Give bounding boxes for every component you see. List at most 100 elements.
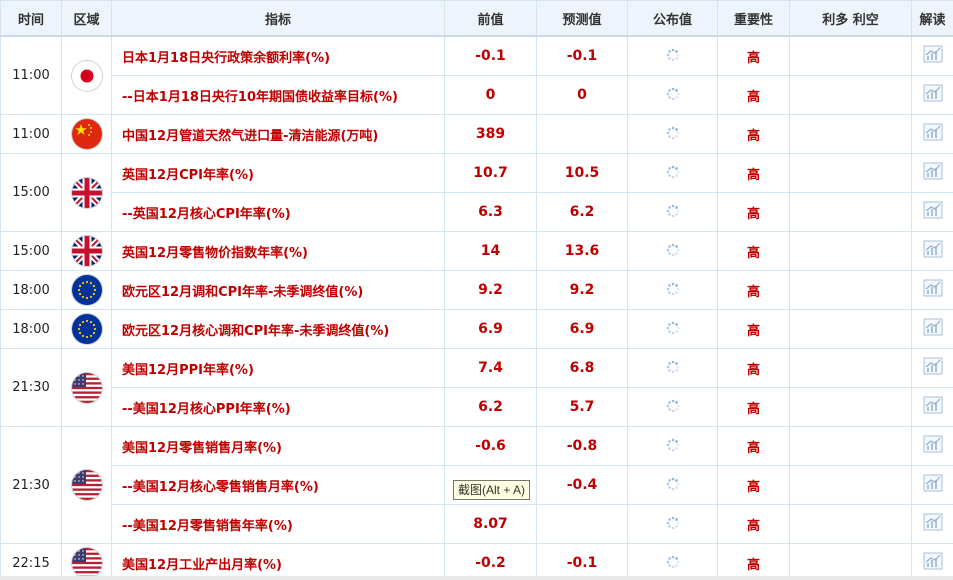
region-cell [61,426,112,544]
published-cell [627,465,718,505]
interpret-cell [911,348,953,388]
chart-interpret-icon[interactable] [923,396,943,418]
region-cell [61,153,112,232]
loading-spinner-icon [666,437,680,456]
loading-spinner-icon [666,47,680,66]
table-row: 18:00 欧元区12月核心调和CPI年率-未季调终值(%) 6.9 6.9 高 [0,309,953,349]
published-cell [627,504,718,544]
indicator-link[interactable]: --美国12月核心零售销售月率(%) [111,465,445,505]
interpret-cell [911,387,953,427]
header-bull-bear: 利多 利空 [789,0,912,37]
forecast-value: 6.8 [536,348,628,388]
chart-interpret-icon[interactable] [923,240,943,262]
previous-value: 10.7 [444,153,537,193]
forecast-value: 13.6 [536,231,628,271]
indicator-link[interactable]: --美国12月零售销售年率(%) [111,504,445,544]
cn-flag-icon [71,119,102,149]
previous-value: -0.2 [444,543,537,580]
time-cell: 11:00 [0,35,62,115]
indicator-link[interactable]: --美国12月核心PPI年率(%) [111,387,445,427]
time-cell: 18:00 [0,309,62,349]
bull-bear-cell [789,309,912,349]
previous-value: 0 [444,75,537,115]
interpret-cell [911,309,953,349]
eu-flag-icon [71,275,102,305]
indicator-link[interactable]: 欧元区12月调和CPI年率-未季调终值(%) [111,270,445,310]
header-indicator: 指标 [111,0,445,37]
published-cell [627,192,718,232]
bull-bear-cell [789,504,912,544]
chart-interpret-icon[interactable] [923,123,943,145]
region-cell [61,348,112,427]
region-cell [61,114,112,154]
header-region: 区域 [61,0,112,37]
loading-spinner-icon [666,359,680,378]
indicator-link[interactable]: --日本1月18日央行10年期国债收益率目标(%) [111,75,445,115]
table-row: 11:00 中国12月管道天然气进口量-清洁能源(万吨) 389 高 [0,114,953,154]
indicator-link[interactable]: 日本1月18日央行政策余额利率(%) [111,35,445,76]
header-time: 时间 [0,0,62,37]
forecast-value: 9.2 [536,270,628,310]
table-row: --英国12月核心CPI年率(%) 6.3 6.2 高 [1,192,953,232]
indicator-link[interactable]: 美国12月零售销售月率(%) [111,426,445,466]
table-row: --美国12月核心PPI年率(%) 6.2 5.7 高 [1,387,953,427]
chart-interpret-icon[interactable] [923,552,943,574]
bull-bear-cell [789,231,912,271]
jp-flag-icon [71,60,102,91]
interpret-cell [911,270,953,310]
chart-interpret-icon[interactable] [923,162,943,184]
published-cell [627,348,718,388]
importance-value: 高 [717,231,790,271]
screenshot-tooltip: 截图(Alt + A) [453,480,531,500]
header-importance: 重要性 [717,0,790,37]
time-cell: 15:00 [0,231,62,271]
time-cell: 21:30 [0,348,62,427]
indicator-link[interactable]: 中国12月管道天然气进口量-清洁能源(万吨) [111,114,445,154]
region-cell [61,309,112,349]
indicator-link[interactable]: 欧元区12月核心调和CPI年率-未季调终值(%) [111,309,445,349]
interpret-cell [911,114,953,154]
importance-value: 高 [717,192,790,232]
interpret-cell [911,35,953,76]
indicator-link[interactable]: 英国12月CPI年率(%) [111,153,445,193]
calendar-page: 时间 区域 指标 前值 预测值 公布值 重要性 利多 利空 解读 11:00 日… [0,0,953,580]
table-row: 21:30 美国12月零售销售月率(%) -0.6 -0.8 高 [0,426,953,544]
interpret-cell [911,504,953,544]
published-cell [627,270,718,310]
time-cell: 21:30 [0,426,62,544]
interpret-cell [911,153,953,193]
chart-interpret-icon[interactable] [923,474,943,496]
loading-spinner-icon [666,125,680,144]
table-row: 15:00 英国12月零售物价指数年率(%) 14 13.6 高 [0,231,953,271]
indicator-link[interactable]: 英国12月零售物价指数年率(%) [111,231,445,271]
forecast-value: -0.1 [536,543,628,580]
published-cell [627,309,718,349]
chart-interpret-icon[interactable] [923,318,943,340]
indicator-link[interactable]: --英国12月核心CPI年率(%) [111,192,445,232]
published-cell [627,543,718,580]
loading-spinner-icon [666,86,680,105]
chart-interpret-icon[interactable] [923,435,943,457]
indicator-link[interactable]: 美国12月PPI年率(%) [111,348,445,388]
chart-interpret-icon[interactable] [923,513,943,535]
forecast-value [536,504,628,544]
loading-spinner-icon [666,554,680,573]
chart-interpret-icon[interactable] [923,357,943,379]
time-cell: 18:00 [0,270,62,310]
published-cell [627,387,718,427]
chart-interpret-icon[interactable] [923,84,943,106]
table-row: 21:30 美国12月PPI年率(%) 7.4 6.8 高 [0,348,953,427]
loading-spinner-icon [666,320,680,339]
chart-interpret-icon[interactable] [923,45,943,67]
horizontal-scrollbar[interactable] [0,576,953,580]
importance-value: 高 [717,309,790,349]
previous-value: -0.6 [444,426,537,466]
uk-flag-icon [71,177,102,208]
importance-value: 高 [717,426,790,466]
chart-interpret-icon[interactable] [923,201,943,223]
forecast-value: 0 [536,75,628,115]
indicator-link[interactable]: 美国12月工业产出月率(%) [111,543,445,580]
forecast-value: 6.2 [536,192,628,232]
chart-interpret-icon[interactable] [923,279,943,301]
published-cell [627,114,718,154]
